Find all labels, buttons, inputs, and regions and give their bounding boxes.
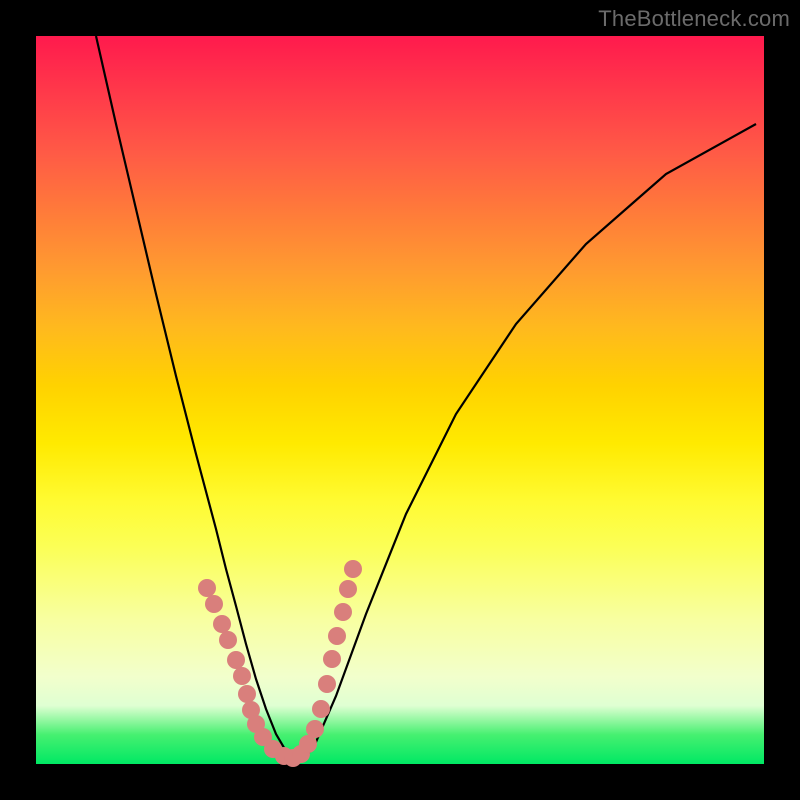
- chart-frame: TheBottleneck.com: [0, 0, 800, 800]
- watermark-text: TheBottleneck.com: [598, 6, 790, 32]
- data-marker: [306, 720, 324, 738]
- data-marker: [238, 685, 256, 703]
- data-marker: [328, 627, 346, 645]
- data-marker: [227, 651, 245, 669]
- markers-right: [284, 560, 362, 767]
- data-marker: [219, 631, 237, 649]
- data-marker: [323, 650, 341, 668]
- data-marker: [344, 560, 362, 578]
- data-marker: [233, 667, 251, 685]
- data-marker: [205, 595, 223, 613]
- curve-group: [96, 36, 756, 759]
- data-marker: [339, 580, 357, 598]
- data-marker: [318, 675, 336, 693]
- data-marker: [312, 700, 330, 718]
- data-marker: [334, 603, 352, 621]
- bottleneck-curve: [96, 36, 756, 759]
- chart-svg: [36, 36, 764, 764]
- data-marker: [213, 615, 231, 633]
- data-marker: [198, 579, 216, 597]
